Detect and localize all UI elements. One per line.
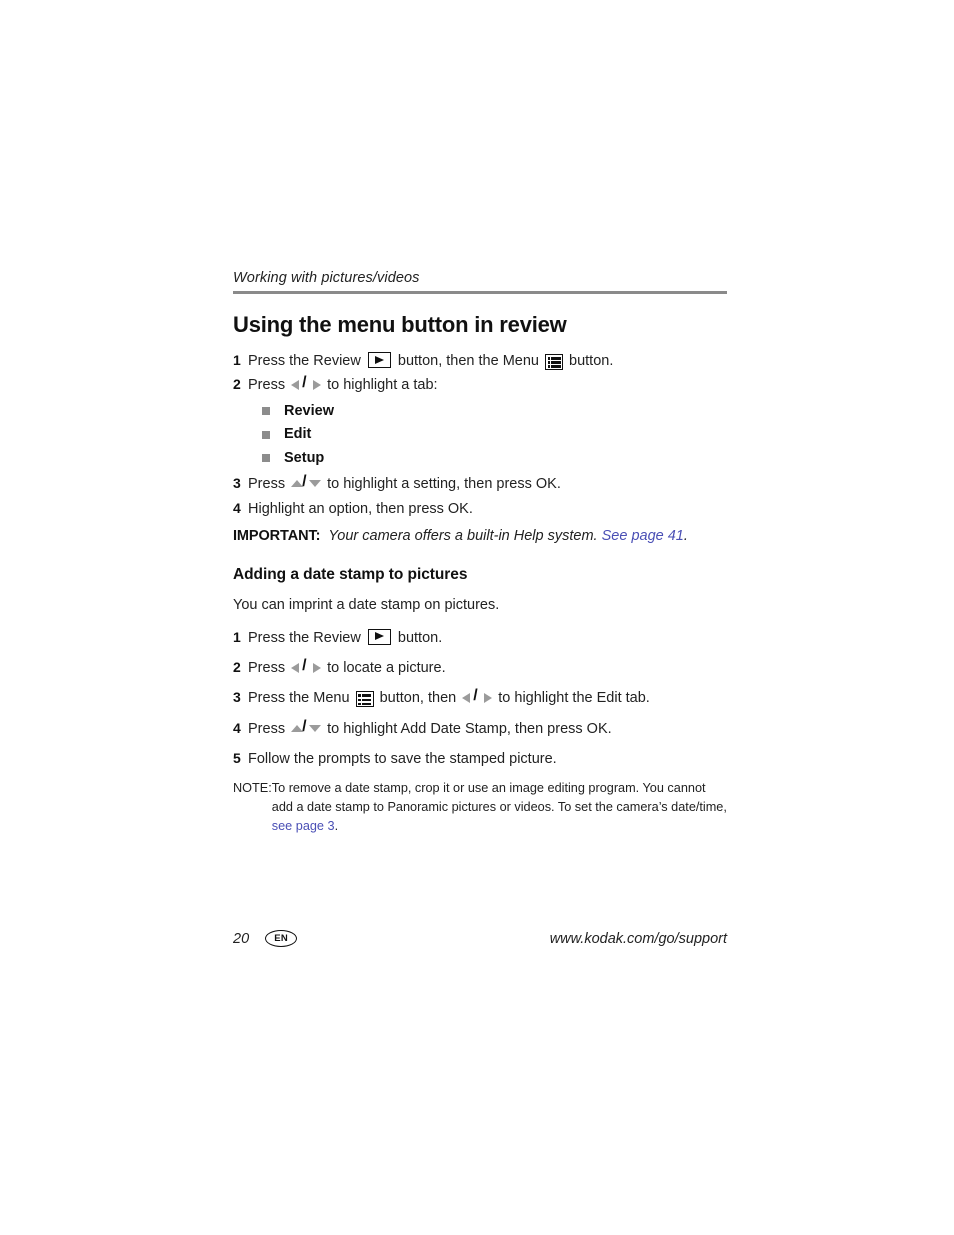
square-bullet-icon [262, 430, 270, 439]
step-text-part: to highlight a tab: [323, 377, 438, 394]
note-tail: . [334, 819, 339, 834]
step-text: Press the Review button, then the Menu b… [248, 350, 727, 372]
tab-bullet-list: Review Edit Setup [233, 400, 727, 469]
header-rule [233, 291, 727, 294]
step-text-part: button. [565, 353, 614, 369]
step-text-part: Press the Review [248, 629, 365, 646]
step-item: 3 Press the Menu button, then / to highl… [233, 687, 727, 709]
bullet-label: Setup [284, 449, 325, 466]
step-text: Highlight an option, then press OK. [248, 500, 473, 517]
left-right-arrows-icon: / [291, 375, 322, 392]
running-header: Working with pictures/videos [233, 270, 420, 286]
step-text: Press the Menu button, then / to highlig… [248, 687, 727, 709]
step-number: 2 [233, 376, 241, 393]
step-number: 1 [233, 352, 241, 368]
step-number: 2 [233, 658, 241, 675]
step-item: 4 Highlight an option, then press OK. [233, 498, 727, 520]
document-page: Working with pictures/videos Using the m… [233, 270, 727, 837]
menu-button-icon [545, 354, 563, 371]
step-text-part: button, then [375, 690, 461, 707]
section-2-intro: You can imprint a date stamp on pictures… [233, 597, 500, 614]
step-item: 1 Press the Review button. [233, 627, 727, 649]
step-number: 1 [233, 628, 241, 645]
step-text-part: Press [248, 377, 290, 394]
step-item: 1 Press the Review button, then the Menu… [233, 350, 727, 372]
step-text-part: to locate a picture. [323, 659, 446, 676]
note-body: To remove a date stamp, crop it or use a… [272, 779, 727, 837]
note-text: To remove a date stamp, crop it or use a… [271, 780, 727, 815]
section-title-2: Adding a date stamp to pictures [233, 566, 468, 584]
support-url: www.kodak.com/go/support [549, 930, 727, 947]
left-right-arrows-icon: / [291, 657, 322, 675]
important-tail: . [683, 528, 688, 545]
cross-reference-link[interactable]: see page 3 [272, 819, 335, 833]
step-text-part: Press [248, 476, 290, 493]
step-text-part: to highlight a setting, then press OK. [323, 476, 561, 493]
step-number: 3 [233, 475, 241, 492]
note-callout: NOTE: To remove a date stamp, crop it or… [233, 779, 727, 837]
list-item: Review [262, 400, 727, 422]
list-item: Edit [262, 423, 727, 445]
section-title-1: Using the menu button in review [233, 312, 567, 337]
important-label: IMPORTANT: [233, 528, 321, 545]
up-down-arrows-icon: / [291, 718, 322, 736]
step-text-part: Press the Menu [248, 690, 354, 707]
review-button-icon [367, 352, 391, 368]
steps-list-1: 1 Press the Review button, then the Menu… [233, 350, 727, 397]
step-item: 2 Press / to highlight a tab: [233, 374, 727, 396]
step-text: Press / to highlight a tab: [248, 374, 727, 396]
important-body: Your camera offers a built-in Help syste… [328, 528, 602, 545]
step-text: Press / to highlight Add Date Stamp, the… [248, 718, 727, 740]
step-text: Press the Review button. [248, 627, 727, 649]
square-bullet-icon [262, 407, 270, 416]
bullet-label: Review [284, 402, 334, 419]
step-item: 4 Press / to highlight Add Date Stamp, t… [233, 718, 727, 740]
step-text-part: Press the Review [248, 353, 365, 369]
important-callout: IMPORTANT: Your camera offers a built-in… [233, 526, 727, 548]
cross-reference-link[interactable]: See page 41 [602, 528, 684, 544]
step-number: 4 [233, 719, 241, 736]
left-right-arrows-icon: / [462, 688, 493, 705]
up-down-arrows-icon: / [291, 474, 322, 491]
step-text: Press / to highlight a setting, then pre… [248, 473, 727, 495]
step-text-part: to highlight Add Date Stamp, then press … [323, 720, 612, 737]
step-number: 3 [233, 689, 241, 706]
step-text-part: button, then the Menu [393, 353, 543, 369]
page-number: 20 [233, 930, 250, 947]
step-item: 3 Press / to highlight a setting, then p… [233, 473, 727, 495]
review-button-icon [367, 628, 391, 645]
step-item: 2 Press / to locate a picture. [233, 657, 727, 679]
language-badge: EN [265, 930, 298, 947]
step-text-part: button. [393, 629, 443, 646]
step-text: Press / to locate a picture. [248, 657, 727, 679]
step-text-part: to highlight the Edit tab. [494, 690, 650, 707]
page-footer: 20 EN www.kodak.com/go/support [233, 930, 727, 947]
steps-list-2: 1 Press the Review button. 2 Press / to … [233, 627, 727, 771]
step-number: 4 [233, 499, 241, 516]
step-text: Follow the prompts to save the stamped p… [248, 751, 557, 768]
menu-button-icon [355, 691, 374, 708]
step-text-part: Press [248, 720, 290, 737]
square-bullet-icon [262, 454, 270, 463]
step-text-part: Press [248, 659, 290, 676]
note-label: NOTE: [233, 780, 272, 795]
step-item: 5 Follow the prompts to save the stamped… [233, 748, 727, 770]
step-number: 5 [233, 750, 241, 767]
bullet-label: Edit [284, 426, 312, 443]
steps-list-1-cont: 3 Press / to highlight a setting, then p… [233, 473, 727, 520]
list-item: Setup [262, 447, 727, 469]
